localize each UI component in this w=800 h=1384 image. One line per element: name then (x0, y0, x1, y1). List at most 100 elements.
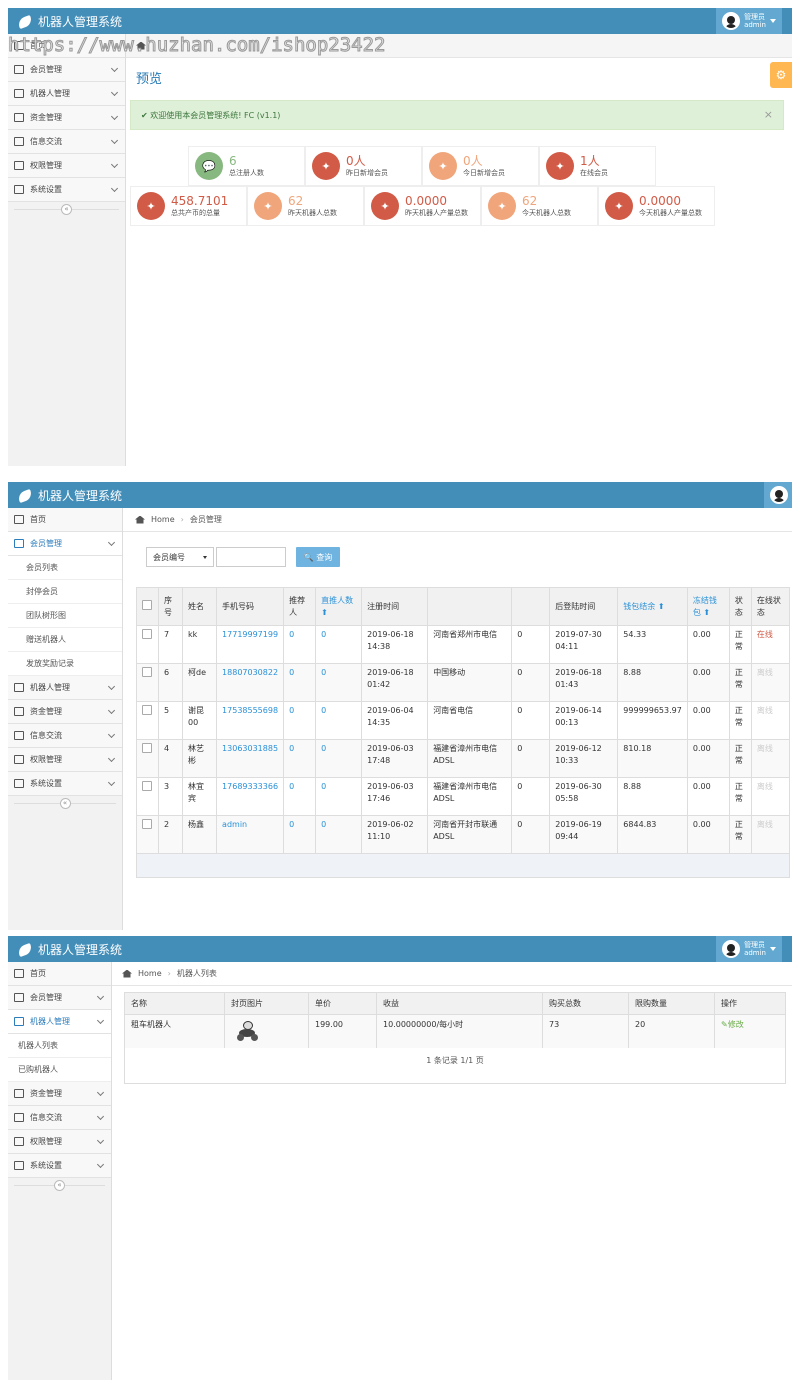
sidebar-collapse[interactable]: « (8, 1178, 111, 1192)
user-menu[interactable] (764, 482, 792, 508)
sidebar-subitem-team-tree[interactable]: 团队树形图 (8, 604, 122, 628)
sidebar-item-permissions[interactable]: 权限管理 (8, 748, 122, 772)
table-row[interactable]: 7 kk 17719997199 0 0 2019-06-18 14:38 河南省郑州市电信… (135, 625, 791, 664)
sidebar-item-settings[interactable]: 系统设置 (8, 178, 125, 202)
edit-button[interactable]: ✎修改 (721, 1020, 744, 1029)
table-row[interactable]: 3 林宜宾 17689333366 0 0 2019-06-03 17:46 福建省漳州市电… (135, 777, 791, 816)
collapse-icon: « (61, 203, 72, 215)
row-id: 5 (158, 701, 184, 740)
user-role: 管理员 (744, 941, 766, 949)
user-menu[interactable]: 管理员 admin (716, 936, 782, 962)
chevron-down-icon (110, 88, 119, 97)
sidebar-item-members[interactable]: 会员管理 (8, 532, 122, 556)
row-count: 0 (511, 625, 551, 664)
table-row[interactable]: 6 柯de 18807030822 0 0 2019-06-18 01:42 中国移动 0 20… (135, 663, 791, 702)
row-referrer[interactable]: 0 (283, 815, 317, 854)
sidebar-collapse[interactable]: « (8, 796, 122, 810)
table-row[interactable]: 5 谢昆00 17538555698 0 0 2019-06-04 14:35 河南省电信 0… (135, 701, 791, 740)
row-direct-count[interactable]: 0 (315, 815, 363, 854)
home-icon[interactable] (135, 515, 145, 524)
breadcrumb-home[interactable]: Home (151, 515, 175, 524)
stat-text: 0.0000 昨天机器人产量总数 (405, 194, 468, 218)
sidebar-collapse[interactable]: « (8, 202, 125, 216)
row-checkbox[interactable] (142, 667, 152, 677)
row-referrer[interactable]: 0 (283, 663, 317, 702)
stat-value: 458.7101 (171, 194, 229, 208)
search-field-select[interactable]: 会员编号 (146, 547, 214, 567)
select-all-checkbox[interactable] (142, 599, 152, 610)
sidebar-subitem-member-list[interactable]: 会员列表 (8, 556, 122, 580)
row-phone[interactable]: admin (216, 815, 285, 854)
col-wallet[interactable]: 钱包结余 ⬆ (617, 587, 688, 626)
app-brand[interactable]: 机器人管理系统 (16, 941, 122, 958)
row-referrer[interactable]: 0 (283, 625, 317, 664)
sidebar-subitem-purchased-robots[interactable]: 已购机器人 (8, 1058, 111, 1082)
select-all-header[interactable] (135, 587, 160, 626)
search-button[interactable]: 🔍 查询 (296, 547, 340, 567)
sidebar-item-funds[interactable]: 资金管理 (8, 700, 122, 724)
row-checkbox[interactable] (142, 781, 152, 791)
sidebar-subitem-robot-list[interactable]: 机器人列表 (8, 1034, 111, 1058)
stat-label: 在线会员 (580, 169, 608, 177)
user-name: admin (744, 949, 766, 957)
home-icon[interactable] (136, 41, 146, 50)
sidebar-item-permissions[interactable]: 权限管理 (8, 1130, 111, 1154)
row-online: 离线 (750, 663, 791, 702)
sidebar-item-home[interactable]: 首页 (8, 508, 122, 532)
settings-gear-button[interactable]: ⚙ (770, 62, 792, 88)
app-brand[interactable]: 机器人管理系统 (16, 487, 122, 504)
row-checkbox[interactable] (142, 705, 152, 715)
row-referrer[interactable]: 0 (283, 777, 317, 816)
row-phone[interactable]: 18807030822 (216, 663, 285, 702)
row-phone[interactable]: 17719997199 (216, 625, 285, 664)
row-direct-count[interactable]: 0 (315, 663, 363, 702)
breadcrumb-home[interactable]: Home (138, 969, 162, 978)
sidebar-item-robots[interactable]: 机器人管理 (8, 82, 125, 106)
row-referrer[interactable]: 0 (283, 701, 317, 740)
app-brand[interactable]: 机器人管理系统 (16, 13, 122, 30)
close-icon[interactable]: × (764, 108, 773, 121)
user-menu[interactable]: 管理员 admin (716, 8, 782, 34)
table-row[interactable]: 4 林艺彬 13063031885 0 0 2019-06-03 17:48 福建省漳州市电… (135, 739, 791, 778)
row-referrer[interactable]: 0 (283, 739, 317, 778)
row-wallet: 54.33 (617, 625, 688, 664)
table-row[interactable]: 2 杨鑫 admin 0 0 2019-06-02 11:10 河南省开封市联通ADSL 0 2… (135, 815, 791, 854)
row-phone[interactable]: 17538555698 (216, 701, 285, 740)
robot-image (237, 1019, 259, 1041)
top-navbar: 机器人管理系统 管理员 admin (8, 936, 792, 962)
sidebar-item-funds[interactable]: 资金管理 (8, 1082, 111, 1106)
row-direct-count[interactable]: 0 (315, 739, 363, 778)
search-input[interactable] (216, 547, 286, 567)
row-checkbox[interactable] (142, 629, 152, 639)
sidebar-item-settings[interactable]: 系统设置 (8, 772, 122, 796)
sidebar-item-permissions[interactable]: 权限管理 (8, 154, 125, 178)
col-direct-count[interactable]: 直推人数 ⬆ (315, 587, 363, 626)
col-status: 状态 (728, 587, 752, 626)
sidebar-item-home[interactable]: 首页 (8, 962, 111, 986)
sidebar-item-label: 首页 (30, 41, 46, 50)
sidebar-item-robots[interactable]: 机器人管理 (8, 1010, 111, 1034)
row-checkbox[interactable] (142, 819, 152, 829)
sidebar-item-messages[interactable]: 信息交流 (8, 130, 125, 154)
sidebar-subitem-banned[interactable]: 封停会员 (8, 580, 122, 604)
row-checkbox[interactable] (142, 743, 152, 753)
sidebar-item-messages[interactable]: 信息交流 (8, 724, 122, 748)
row-location: 福建省漳州市电信ADSL (427, 777, 513, 816)
sidebar-item-funds[interactable]: 资金管理 (8, 106, 125, 130)
sidebar-item-settings[interactable]: 系统设置 (8, 1154, 111, 1178)
row-direct-count[interactable]: 0 (315, 625, 363, 664)
row-direct-count[interactable]: 0 (315, 701, 363, 740)
row-direct-count[interactable]: 0 (315, 777, 363, 816)
row-phone[interactable]: 17689333366 (216, 777, 285, 816)
sidebar-item-members[interactable]: 会员管理 (8, 58, 125, 82)
sidebar-item-robots[interactable]: 机器人管理 (8, 676, 122, 700)
col-frozen[interactable]: 冻结钱包 ⬆ (686, 587, 730, 626)
sidebar-subitem-gift-robot[interactable]: 赠送机器人 (8, 628, 122, 652)
home-icon[interactable] (122, 969, 132, 978)
sidebar-item-members[interactable]: 会员管理 (8, 986, 111, 1010)
sidebar-item-home[interactable]: 首页 (8, 34, 125, 58)
sidebar-subitem-reward-log[interactable]: 发放奖励记录 (8, 652, 122, 676)
search-bar: 会员编号 🔍 查询 (146, 547, 340, 567)
sidebar-item-messages[interactable]: 信息交流 (8, 1106, 111, 1130)
row-phone[interactable]: 13063031885 (216, 739, 285, 778)
